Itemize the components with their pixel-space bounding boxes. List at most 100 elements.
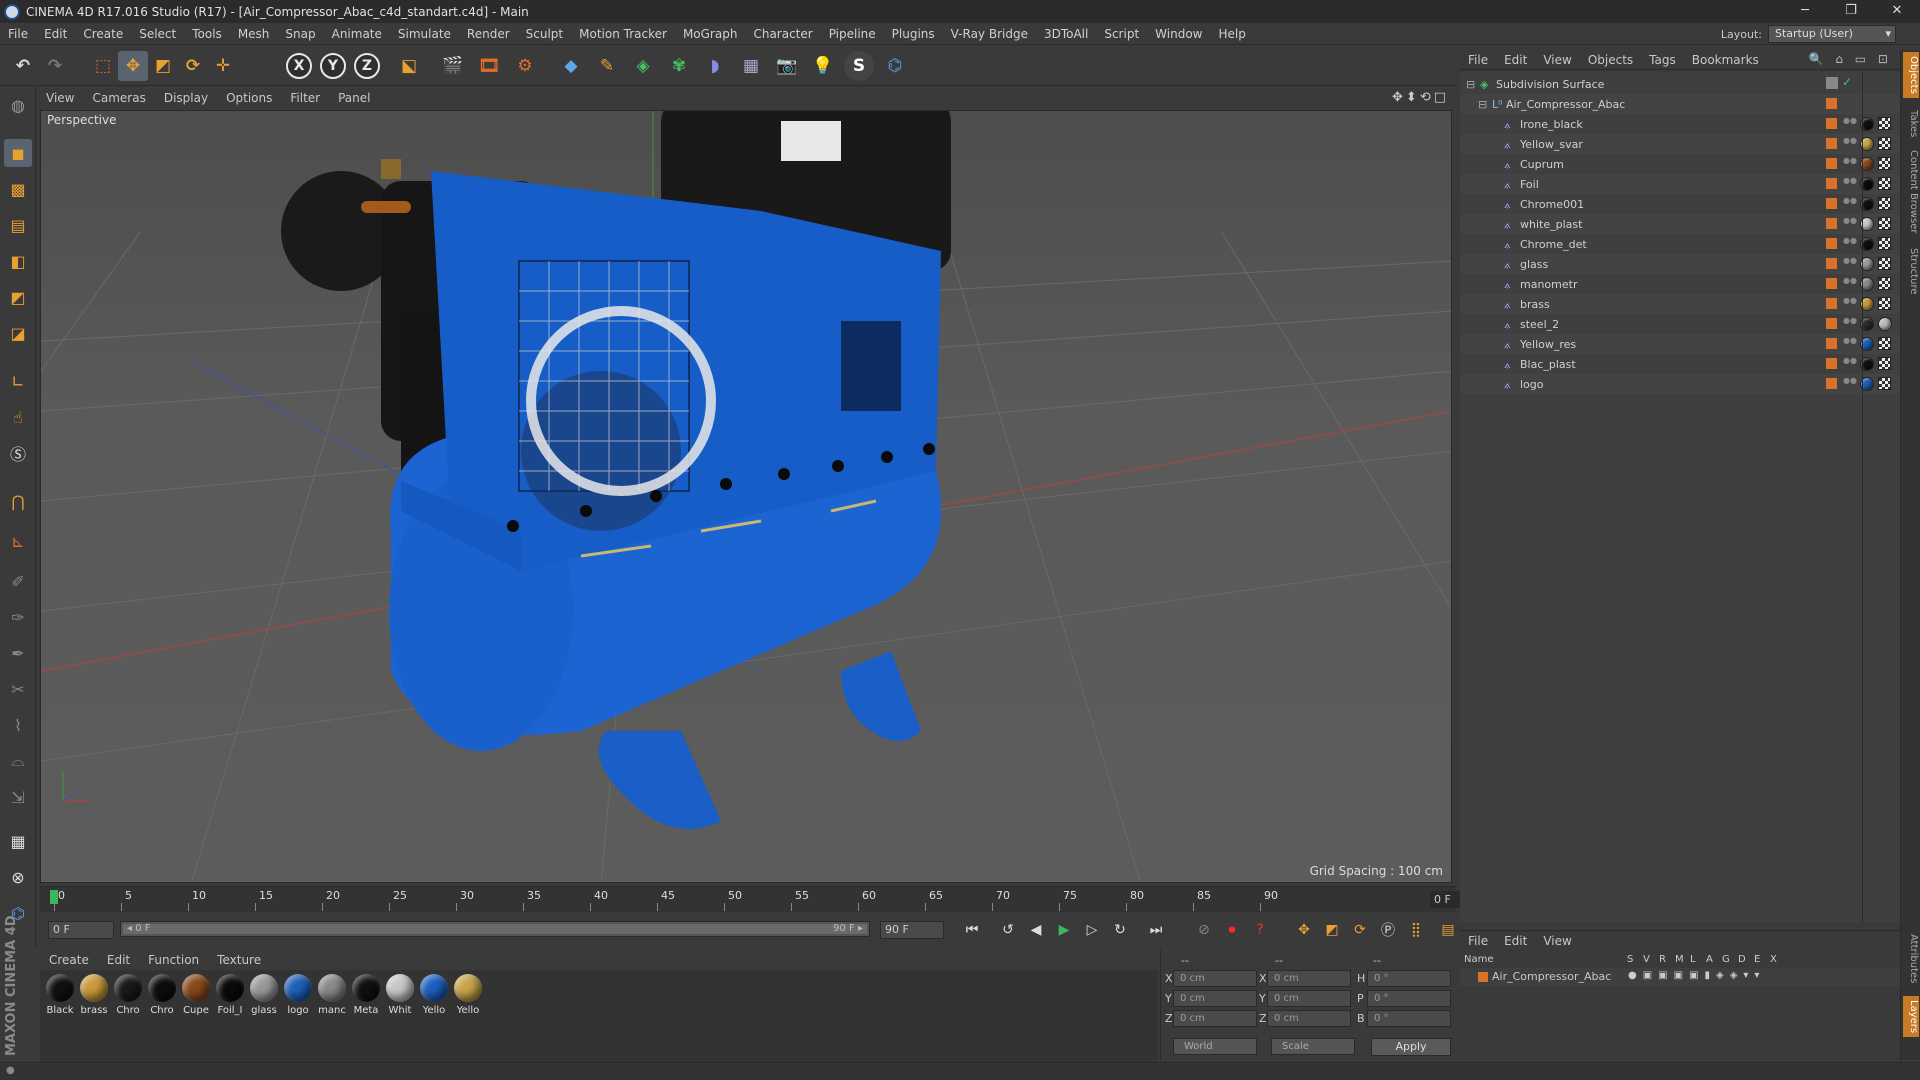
- layer-color-swatch[interactable]: [1826, 258, 1837, 269]
- key-scale-icon[interactable]: ◩: [1320, 919, 1344, 941]
- column-s[interactable]: S: [1627, 954, 1633, 965]
- viewport-menu-filter[interactable]: Filter: [281, 91, 329, 105]
- object-row[interactable]: ⟑ Chrome001 ●●: [1460, 194, 1900, 214]
- menu-create[interactable]: Create: [75, 23, 131, 45]
- viewport-menu-cameras[interactable]: Cameras: [83, 91, 154, 105]
- object-menu-view[interactable]: View: [1535, 53, 1579, 67]
- z-axis-lock-button[interactable]: Z: [354, 53, 380, 79]
- menu-snap[interactable]: Snap: [277, 23, 323, 45]
- visibility-dots-icon[interactable]: ●●: [1843, 317, 1857, 331]
- play-icon[interactable]: ▶: [1052, 919, 1076, 941]
- position-field[interactable]: 0 cm: [1173, 990, 1257, 1007]
- tab-layers[interactable]: Layers: [1903, 996, 1919, 1038]
- size-field[interactable]: 0 cm: [1267, 970, 1351, 987]
- position-field[interactable]: 0 cm: [1173, 1010, 1257, 1027]
- key-rotation-icon[interactable]: ⟳: [1348, 919, 1372, 941]
- menu-simulate[interactable]: Simulate: [390, 23, 459, 45]
- rotation-field[interactable]: 0 °: [1367, 970, 1451, 987]
- render-region-icon[interactable]: ⊗: [4, 863, 32, 891]
- uvw-tag-icon[interactable]: [1878, 197, 1891, 210]
- object-menu-edit[interactable]: Edit: [1496, 53, 1535, 67]
- texture-mode-icon[interactable]: ▩: [4, 175, 32, 203]
- scale-tool-icon[interactable]: ◩: [148, 51, 178, 81]
- extrude-tool-icon[interactable]: ⇲: [4, 783, 32, 811]
- object-row-root[interactable]: ⊟ ◈ Subdivision Surface ✓: [1460, 74, 1900, 94]
- grid-display-icon[interactable]: ▦: [4, 827, 32, 855]
- key-position-icon[interactable]: ✥: [1292, 919, 1316, 941]
- size-field[interactable]: 0 cm: [1267, 990, 1351, 1007]
- object-row[interactable]: ⟑ white_plast ●●: [1460, 214, 1900, 234]
- column-g[interactable]: G: [1722, 954, 1730, 965]
- subdivision-surface-icon[interactable]: ◈: [628, 51, 658, 81]
- render-picture-viewer-icon[interactable]: 🎞: [474, 51, 504, 81]
- visibility-dots-icon[interactable]: ●●: [1843, 177, 1857, 191]
- layer-menu-edit[interactable]: Edit: [1496, 934, 1535, 948]
- layer-color-swatch[interactable]: [1826, 338, 1837, 349]
- tab-objects[interactable]: Objects: [1903, 52, 1919, 98]
- material-swatch[interactable]: Cupe: [180, 974, 212, 1016]
- object-row[interactable]: ⟑ Blac_plast ●●: [1460, 354, 1900, 374]
- object-row[interactable]: ⟑ Yellow_res ●●: [1460, 334, 1900, 354]
- column-l[interactable]: L: [1690, 954, 1696, 965]
- preview-range-slider[interactable]: ◂ 0 F 90 F ▸: [120, 921, 870, 937]
- viewport-navigation-icons[interactable]: ✥⬍⟲□: [1392, 90, 1449, 105]
- menu-mograph[interactable]: MoGraph: [675, 23, 746, 45]
- y-axis-lock-button[interactable]: Y: [320, 53, 346, 79]
- layer-menu-view[interactable]: View: [1535, 934, 1579, 948]
- column-e[interactable]: E: [1754, 954, 1760, 965]
- editor-toggle-icon[interactable]: [1826, 77, 1838, 89]
- knife-tool-icon[interactable]: ✂: [4, 675, 32, 703]
- viewport-menu-options[interactable]: Options: [217, 91, 281, 105]
- rotate-tool-icon[interactable]: ⟳: [178, 51, 208, 81]
- column-m[interactable]: M: [1675, 954, 1684, 965]
- axis-mode-icon[interactable]: ∟: [4, 367, 32, 395]
- menu-edit[interactable]: Edit: [36, 23, 75, 45]
- points-mode-icon[interactable]: ◧: [4, 247, 32, 275]
- material-menu-texture[interactable]: Texture: [208, 953, 270, 967]
- object-row[interactable]: ⟑ logo ●●: [1460, 374, 1900, 394]
- menu-file[interactable]: File: [0, 23, 36, 45]
- object-row[interactable]: ⟑ Irone_black ●●: [1460, 114, 1900, 134]
- coordinate-mode-dropdown[interactable]: World: [1173, 1038, 1257, 1055]
- layer-color-swatch[interactable]: [1826, 98, 1837, 109]
- size-field[interactable]: 0 cm: [1267, 1010, 1351, 1027]
- layer-color-swatch[interactable]: [1826, 358, 1837, 369]
- camera-icon[interactable]: 📷: [772, 51, 802, 81]
- object-row-group[interactable]: ⊟ L⁰ Air_Compressor_Abac: [1460, 94, 1900, 114]
- x-axis-lock-button[interactable]: X: [286, 53, 312, 79]
- visibility-dots-icon[interactable]: ●●: [1843, 157, 1857, 171]
- column-d[interactable]: D: [1738, 954, 1746, 965]
- layer-color-swatch[interactable]: [1826, 138, 1837, 149]
- layer-row[interactable]: Air_Compressor_Abac ●▣▣▣▣▮◈◈▾▾: [1460, 968, 1900, 986]
- uvw-tag-icon[interactable]: [1878, 297, 1891, 310]
- material-swatch[interactable]: Black: [44, 974, 76, 1016]
- uvw-tag-icon[interactable]: [1878, 177, 1891, 190]
- close-button[interactable]: ✕: [1874, 0, 1920, 23]
- edges-mode-icon[interactable]: ◩: [4, 283, 32, 311]
- visibility-dots-icon[interactable]: ●●: [1843, 197, 1857, 211]
- object-row[interactable]: ⟑ manometr ●●: [1460, 274, 1900, 294]
- material-swatch[interactable]: Chro: [146, 974, 178, 1016]
- vray-icon[interactable]: S: [844, 51, 874, 81]
- uvw-tag-icon[interactable]: [1878, 117, 1891, 130]
- floor-icon[interactable]: ▦: [736, 51, 766, 81]
- goto-start-icon[interactable]: ⏮: [960, 919, 984, 941]
- material-swatch[interactable]: brass: [78, 974, 110, 1016]
- object-row[interactable]: ⟑ Yellow_svar ●●: [1460, 134, 1900, 154]
- uvw-tag-icon[interactable]: [1878, 337, 1891, 350]
- material-swatch[interactable]: Chro: [112, 974, 144, 1016]
- viewport-menu-view[interactable]: View: [37, 91, 83, 105]
- layer-color-swatch[interactable]: [1826, 158, 1837, 169]
- tab-attributes[interactable]: Attributes: [1903, 930, 1919, 987]
- visibility-dots-icon[interactable]: ●●: [1843, 277, 1857, 291]
- material-swatch[interactable]: Foil_I: [214, 974, 246, 1016]
- collapse-icon[interactable]: ⊟: [1466, 78, 1475, 91]
- last-tool-icon[interactable]: ✛: [208, 51, 238, 81]
- uvw-tag-icon[interactable]: [1878, 217, 1891, 230]
- layer-color-swatch[interactable]: [1826, 118, 1837, 129]
- smooth-brush-icon[interactable]: ✒: [4, 639, 32, 667]
- visibility-dots-icon[interactable]: ●●: [1843, 137, 1857, 151]
- uvw-tag-icon[interactable]: [1878, 277, 1891, 290]
- column-name[interactable]: Name: [1464, 954, 1494, 965]
- python-icon[interactable]: ⌬: [880, 51, 910, 81]
